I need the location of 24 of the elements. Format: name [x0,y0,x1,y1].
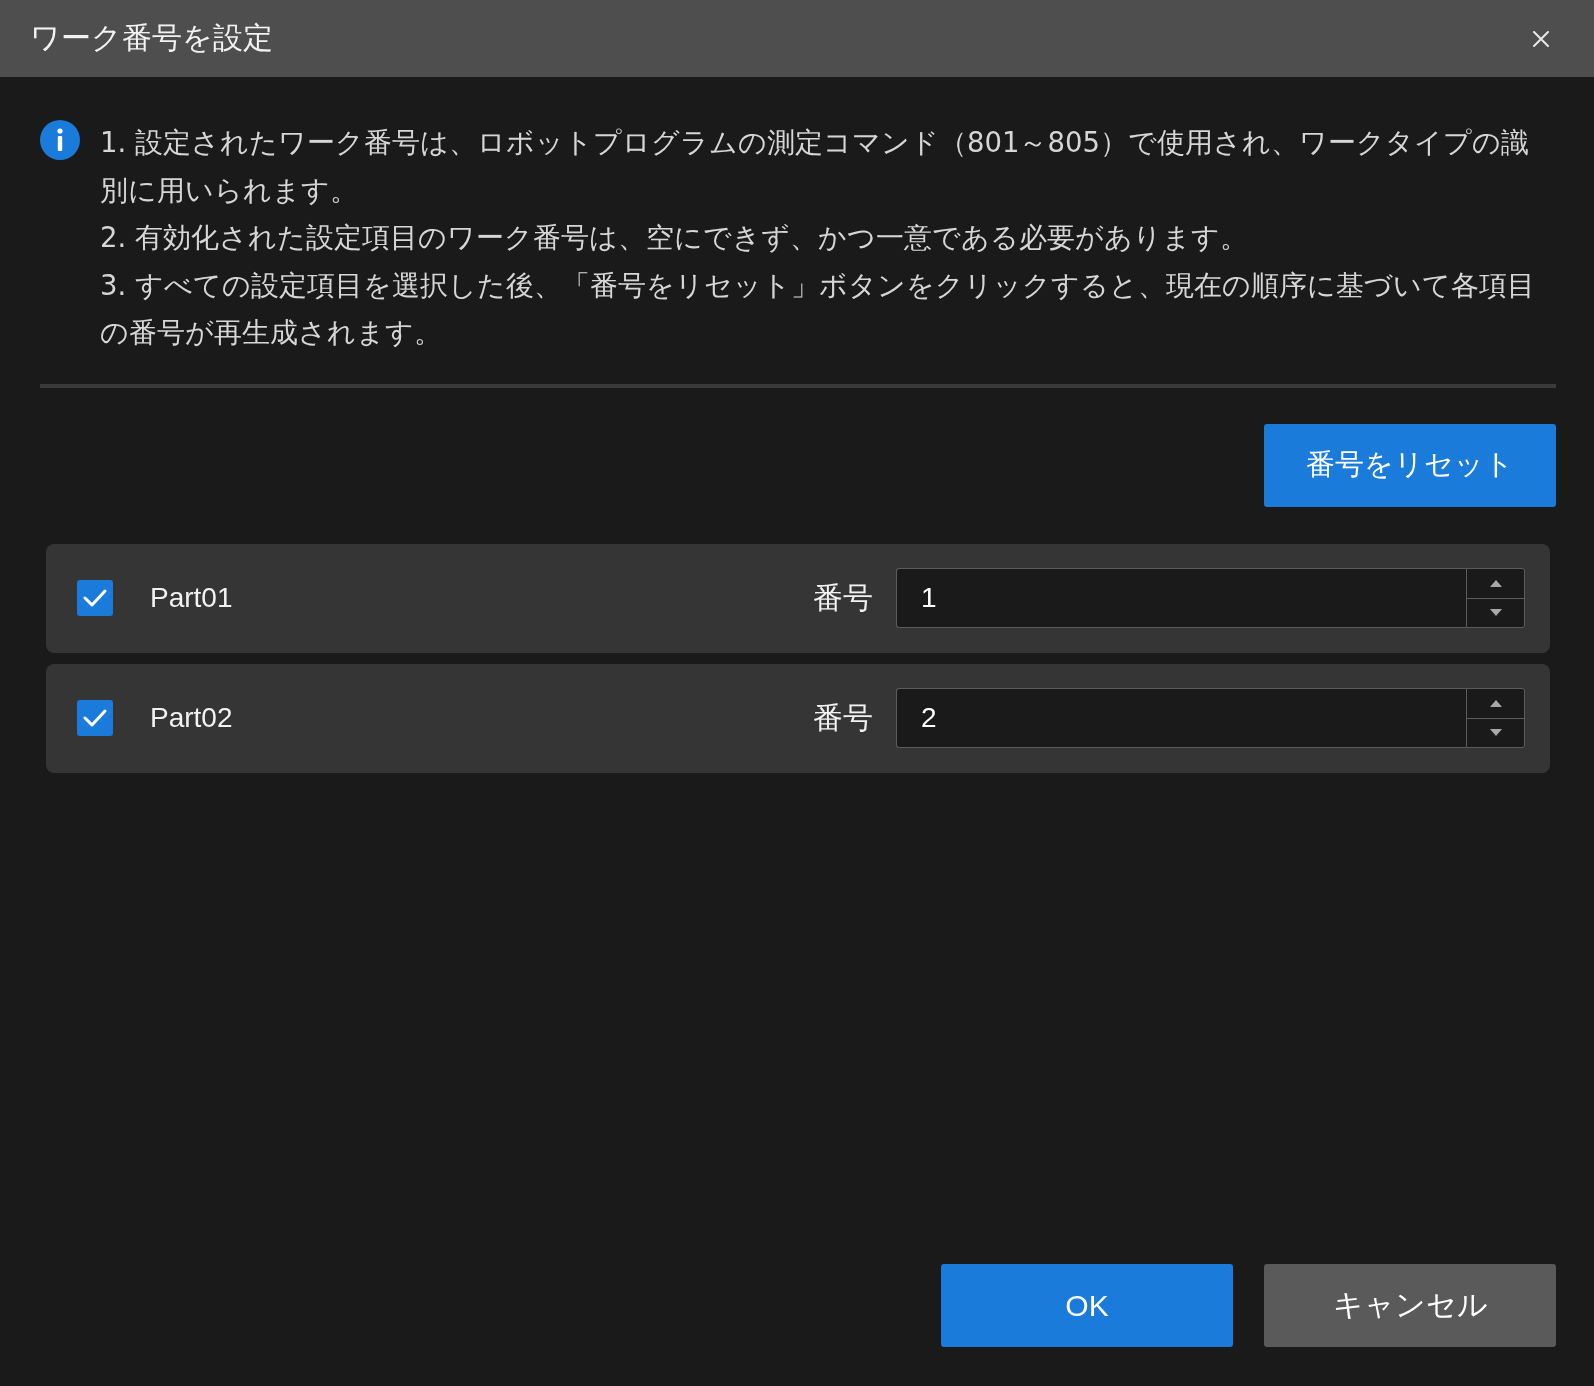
number-input[interactable]: 1 [896,568,1466,628]
caret-up-icon [1489,699,1502,707]
caret-up-icon [1489,579,1502,587]
info-icon [40,120,80,160]
info-note: 2. 有効化された設定項目のワーク番号は、空にできず、かつ一意である必要があります。 [100,220,1249,255]
dialog-title: ワーク番号を設定 [30,20,273,56]
number-label: 番号 [813,699,873,736]
info-note: 3. すべての設定項目を選択した後、「番号をリセット」ボタンをクリックすると、現在の順序に基づいて各項目の番号が再生成されます。 [100,267,1536,350]
part-name: Part01 [150,582,234,614]
number-input[interactable]: 2 [896,688,1466,748]
check-icon [83,708,107,728]
close-icon [1533,30,1549,47]
checkbox[interactable] [77,700,113,736]
caret-down-icon [1489,609,1502,617]
check-icon [83,588,107,608]
checkbox[interactable] [77,580,113,616]
ok-button[interactable]: OK [941,1264,1233,1347]
cancel-button[interactable]: キャンセル [1264,1264,1556,1347]
close-button[interactable] [1533,30,1549,47]
reset-numbers-button[interactable]: 番号をリセット [1264,423,1556,507]
caret-down-icon [1489,729,1502,737]
number-label: 番号 [813,579,873,616]
part-name: Part02 [150,702,234,734]
info-note: 1. 設定されたワーク番号は、ロボットプログラムの測定コマンド（801～805）で使用され、ワークタイプの識別に用いられます。 [100,125,1530,208]
